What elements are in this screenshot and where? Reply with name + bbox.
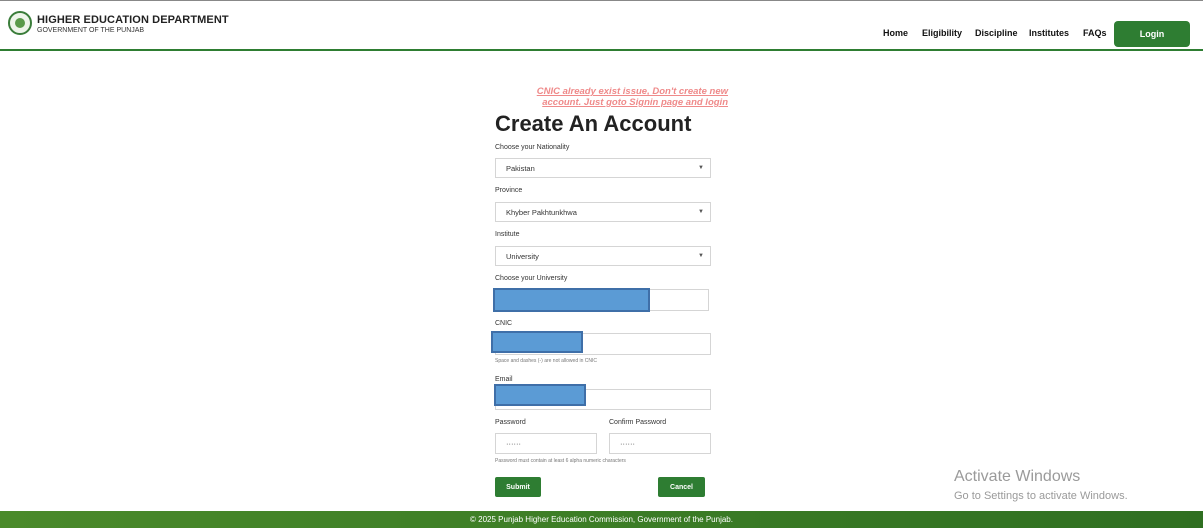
password-label: Password [495, 419, 526, 426]
site-footer: © 2025 Punjab Higher Education Commissio… [0, 511, 1203, 528]
confirm-password-input[interactable]: ······ [609, 433, 711, 454]
nav-eligibility[interactable]: Eligibility [922, 28, 962, 38]
password-value: ······ [506, 439, 521, 448]
nav-institutes[interactable]: Institutes [1029, 28, 1069, 38]
footer-text: © 2025 Punjab Higher Education Commissio… [470, 515, 733, 524]
province-value: Khyber Pakhtunkhwa [506, 207, 577, 217]
university-label: Choose your University [495, 275, 568, 282]
redacted-email-value [494, 384, 586, 406]
department-logo-icon [8, 11, 32, 35]
nationality-value: Pakistan [506, 163, 535, 173]
notice-line-1: CNIC already exist issue, Don't create n… [536, 86, 728, 97]
province-label: Province [495, 187, 523, 194]
chevron-down-icon: ▼ [698, 253, 704, 259]
nav-faqs[interactable]: FAQs [1083, 28, 1107, 38]
institute-select[interactable]: University ▼ [495, 246, 711, 266]
page-title: Create An Account [495, 111, 692, 136]
cancel-button[interactable]: Cancel [658, 477, 705, 497]
brand-title: HIGHER EDUCATION DEPARTMENT [37, 14, 229, 26]
header-divider [0, 49, 1203, 51]
redacted-university-value [493, 288, 650, 312]
confirm-password-value: ······ [620, 439, 635, 448]
nav-discipline[interactable]: Discipline [975, 28, 1018, 38]
notice-line-2: account. Just goto Signin page and login [542, 97, 728, 108]
redacted-cnic-value [491, 331, 583, 353]
brand-subtitle: GOVERNMENT OF THE PUNJAB [37, 27, 145, 34]
institute-value: University [506, 251, 539, 261]
cnic-notice-link[interactable]: CNIC already exist issue, Don't create n… [498, 86, 728, 108]
password-hint: Password must contain at least 6 alpha n… [495, 458, 626, 464]
institute-label: Institute [495, 231, 520, 238]
site-header: HIGHER EDUCATION DEPARTMENT GOVERNMENT O… [0, 0, 1203, 49]
nationality-label: Choose your Nationality [495, 144, 570, 151]
province-select[interactable]: Khyber Pakhtunkhwa ▼ [495, 202, 711, 222]
email-label: Email [495, 376, 513, 383]
activate-windows-title: Activate Windows [954, 468, 1081, 485]
nav-home[interactable]: Home [883, 28, 908, 38]
chevron-down-icon: ▼ [698, 165, 704, 171]
submit-button[interactable]: Submit [495, 477, 541, 497]
cnic-hint: Space and dashes (-) are not allowed in … [495, 358, 597, 364]
cnic-label: CNIC [495, 320, 513, 327]
password-input[interactable]: ······ [495, 433, 597, 454]
activate-windows-subtitle: Go to Settings to activate Windows. [954, 490, 1128, 502]
nationality-select[interactable]: Pakistan ▼ [495, 158, 711, 178]
login-button[interactable]: Login [1114, 21, 1190, 47]
confirm-password-label: Confirm Password [609, 419, 667, 426]
chevron-down-icon: ▼ [698, 209, 704, 215]
